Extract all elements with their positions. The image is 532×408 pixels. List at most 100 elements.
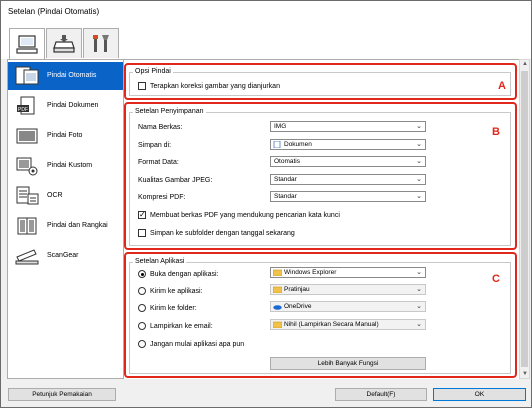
buka-aplikasi-select[interactable]: Windows Explorer ⌄: [270, 267, 426, 278]
tab-bar: [1, 23, 531, 60]
content-scrollbar[interactable]: ▲ ▼: [519, 59, 530, 379]
custom-scan-icon: [16, 157, 38, 176]
sidebar-item-label: Pindai dan Rangkai: [47, 222, 108, 229]
auto-scan-icon: [15, 66, 39, 85]
defaults-button[interactable]: Default(F): [335, 388, 427, 401]
opsi-pindai-title: Opsi Pindai: [133, 68, 173, 75]
chevron-down-icon: ⌄: [416, 193, 422, 200]
scan-mode-sidebar: Pindai Otomatis PDF Pindai Dokumen Pinda…: [7, 59, 124, 379]
simpan-di-label: Simpan di:: [138, 142, 172, 149]
buka-aplikasi-value: Windows Explorer: [284, 269, 337, 276]
lampirkan-email-select[interactable]: Nihil (Lampirkan Secara Manual) ⌄: [270, 319, 426, 330]
kompresi-pdf-label: Kompresi PDF:: [138, 194, 186, 201]
sidebar-item-label: OCR: [47, 192, 63, 199]
title-bar: Setelan (Pindai Otomatis): [1, 1, 531, 23]
sidebar-item-label: Pindai Kustom: [47, 162, 93, 169]
sidebar-item-pindai-dan-rangkai[interactable]: Pindai dan Rangkai: [8, 212, 123, 240]
tab-general-settings[interactable]: [83, 28, 119, 58]
kualitas-jpeg-select[interactable]: Standar ⌄: [270, 174, 426, 185]
subfolder-tanggal-label: Simpan ke subfolder dengan tanggal sekar…: [150, 230, 295, 237]
chevron-down-icon: ⌄: [416, 141, 422, 148]
sidebar-item-ocr[interactable]: OCR: [8, 182, 123, 210]
subfolder-tanggal-checkbox[interactable]: [138, 229, 146, 237]
kualitas-jpeg-label: Kualitas Gambar JPEG:: [138, 177, 213, 184]
nama-berkas-label: Nama Berkas:: [138, 124, 183, 131]
kompresi-pdf-value: Standar: [274, 193, 297, 200]
chevron-down-icon: ⌄: [416, 269, 422, 276]
sidebar-item-scangear[interactable]: ScanGear: [8, 242, 123, 270]
nama-berkas-field[interactable]: IMG ⌄: [270, 121, 426, 132]
kompresi-pdf-select[interactable]: Standar ⌄: [270, 191, 426, 202]
format-data-value: Otomatis: [274, 158, 301, 165]
scroll-thumb[interactable]: [521, 71, 528, 367]
simpan-di-value: Dokumen: [284, 141, 312, 148]
tab-scan-from-panel[interactable]: [46, 28, 82, 58]
kirim-folder-select[interactable]: OneDrive ⌄: [270, 301, 426, 312]
jangan-mulai-label: Jangan mulai aplikasi apa pun: [150, 341, 245, 348]
petunjuk-pemakaian-button[interactable]: Petunjuk Pemakaian: [8, 388, 116, 401]
scroll-up-icon[interactable]: ▲: [522, 61, 528, 67]
chevron-down-icon: ⌄: [416, 286, 422, 293]
scan-from-computer-icon: [16, 34, 38, 54]
sidebar-item-pindai-dokumen[interactable]: PDF Pindai Dokumen: [8, 92, 123, 120]
setelan-aplikasi-title: Setelan Aplikasi: [133, 258, 187, 265]
marker-c: C: [492, 273, 500, 285]
photo-icon: [16, 128, 38, 144]
sidebar-item-label: Pindai Foto: [47, 132, 83, 139]
chevron-down-icon: ⌄: [416, 176, 422, 183]
sidebar-item-pindai-kustom[interactable]: Pindai Kustom: [8, 152, 123, 180]
preview-app-icon: [273, 286, 282, 293]
sidebar-item-pindai-otomatis[interactable]: Pindai Otomatis: [8, 62, 123, 90]
chevron-down-icon: ⌄: [416, 158, 422, 165]
settings-window: Setelan (Pindai Otomatis) Pindai Otomati…: [0, 0, 532, 408]
sidebar-item-label: ScanGear: [47, 252, 79, 259]
stitch-icon: [17, 217, 37, 235]
documents-folder-icon: [273, 141, 281, 148]
chevron-down-icon: ⌄: [416, 123, 422, 130]
setelan-penyimpanan-title: Setelan Penyimpanan: [133, 108, 206, 115]
format-data-select[interactable]: Otomatis ⌄: [270, 156, 426, 167]
kirim-folder-label: Kirim ke folder:: [150, 305, 197, 312]
tab-scan-from-computer[interactable]: [9, 28, 45, 60]
simpan-di-select[interactable]: Dokumen ⌄: [270, 139, 426, 150]
scan-from-panel-icon: [53, 34, 75, 53]
sidebar-item-label: Pindai Otomatis: [47, 72, 97, 79]
kirim-folder-radio[interactable]: [138, 304, 146, 312]
window-title: Setelan (Pindai Otomatis): [8, 7, 100, 16]
lebih-banyak-fungsi-button[interactable]: Lebih Banyak Fungsi: [270, 357, 426, 370]
jangan-mulai-radio[interactable]: [138, 340, 146, 348]
kirim-folder-value: OneDrive: [284, 303, 312, 310]
lampirkan-email-value: Nihil (Lampirkan Secara Manual): [284, 321, 379, 328]
ok-button[interactable]: OK: [433, 388, 526, 401]
nama-berkas-value: IMG: [274, 123, 287, 130]
kirim-aplikasi-label: Kirim ke aplikasi:: [150, 288, 203, 295]
chevron-down-icon: ⌄: [416, 321, 422, 328]
settings-content: Opsi Pindai Terapkan koreksi gambar yang…: [124, 59, 519, 379]
ocr-icon: [16, 186, 39, 205]
koreksi-gambar-label: Terapkan koreksi gambar yang dianjurkan: [150, 83, 280, 90]
kualitas-jpeg-value: Standar: [274, 176, 297, 183]
format-data-label: Format Data:: [138, 159, 179, 166]
buka-aplikasi-radio[interactable]: [138, 270, 146, 278]
lampirkan-email-radio[interactable]: [138, 322, 146, 330]
pdf-kata-kunci-checkbox[interactable]: [138, 210, 146, 219]
marker-a: A: [498, 80, 506, 92]
kirim-aplikasi-value: Pratinjau: [284, 286, 310, 293]
kirim-aplikasi-radio[interactable]: [138, 287, 146, 295]
marker-b: B: [492, 126, 500, 138]
onedrive-icon: [273, 305, 282, 310]
windows-explorer-icon: [273, 269, 282, 276]
scroll-down-icon[interactable]: ▼: [522, 371, 528, 377]
koreksi-gambar-checkbox[interactable]: [138, 82, 146, 90]
sidebar-item-pindai-foto[interactable]: Pindai Foto: [8, 122, 123, 150]
email-icon: [273, 321, 282, 328]
buka-aplikasi-label: Buka dengan aplikasi:: [150, 271, 219, 278]
sidebar-item-label: Pindai Dokumen: [47, 102, 99, 109]
svg-text:PDF: PDF: [18, 107, 28, 113]
chevron-down-icon: ⌄: [416, 303, 422, 310]
lampirkan-email-label: Lampirkan ke email:: [150, 323, 213, 330]
pdf-document-icon: PDF: [17, 96, 35, 115]
pdf-kata-kunci-label: Membuat berkas PDF yang mendukung pencar…: [150, 212, 340, 219]
general-settings-icon: [93, 34, 109, 52]
kirim-aplikasi-select[interactable]: Pratinjau ⌄: [270, 284, 426, 295]
